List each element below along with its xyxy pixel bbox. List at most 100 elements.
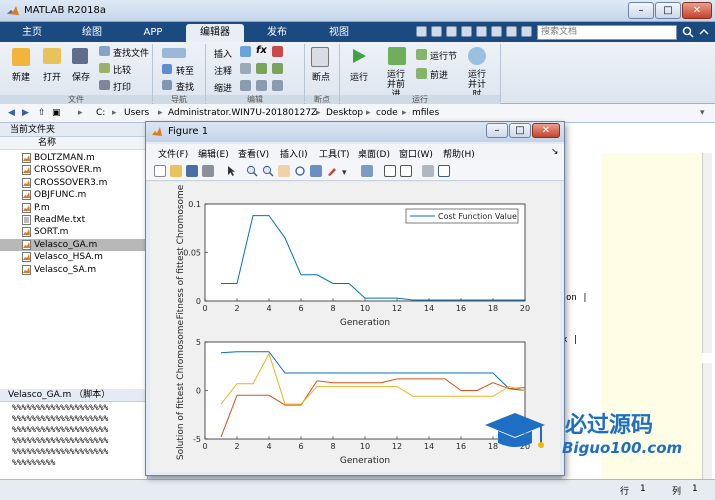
goto-button[interactable]: 转至 [176, 64, 194, 77]
menu-file[interactable]: 文件(F) [158, 147, 188, 160]
back-forward-icon[interactable] [162, 48, 186, 58]
wrap-comments-icon[interactable] [256, 63, 267, 74]
compare-button[interactable]: 比较 [113, 63, 131, 76]
file-list-item[interactable]: P.m [0, 202, 148, 214]
file-list-item[interactable]: Velasco_GA.m [0, 238, 148, 251]
insert-section-icon[interactable] [240, 46, 251, 57]
tab-apps[interactable]: APP [124, 24, 182, 42]
tab-publish[interactable]: 发布 [248, 24, 306, 42]
file-list-item[interactable]: OBJFUNC.m [0, 189, 148, 201]
maximize-button[interactable]: □ [655, 2, 681, 19]
file-list-item[interactable]: ReadMe.txt [0, 214, 148, 226]
fitness-axes[interactable]: 0 2 4 6 8 10 12 14 16 18 2000.050.1 Generation Fit… [176, 184, 530, 328]
menu-window[interactable]: 窗口(W) [399, 147, 433, 160]
show-plot-tools-icon[interactable] [438, 165, 450, 177]
quick-paste-icon[interactable] [461, 26, 472, 37]
find-files-button[interactable]: 查找文件 [113, 46, 149, 59]
tab-editor[interactable]: 编辑器 [186, 24, 244, 42]
run-and-time-icon[interactable] [468, 47, 486, 65]
increase-indent-icon[interactable] [256, 80, 267, 91]
file-list-item[interactable]: Velasco_SA.m [0, 264, 148, 276]
insert-function-icon[interactable] [272, 46, 283, 57]
figure-minimize-button[interactable]: – [486, 123, 508, 138]
breakpoints-button[interactable]: 断点 [312, 70, 330, 83]
insert-legend-icon[interactable] [400, 165, 412, 177]
run-advance-icon[interactable] [388, 47, 406, 65]
smart-indent-icon[interactable] [240, 80, 251, 91]
fx-icon[interactable]: fx [256, 45, 267, 56]
file-list-item[interactable]: CROSSOVER3.m [0, 177, 148, 189]
menu-view[interactable]: 查看(V) [238, 147, 269, 160]
hide-plot-tools-icon[interactable] [422, 165, 434, 177]
legend[interactable]: Cost Function Value [405, 208, 519, 224]
back-arrow-icon[interactable]: ◀ [8, 108, 15, 118]
figure-title-bar[interactable]: Figure 1 – □ ✕ [146, 122, 564, 142]
data-cursor-icon[interactable] [310, 165, 322, 177]
search-icon[interactable] [682, 26, 694, 38]
pointer-icon[interactable] [226, 165, 238, 177]
switch-windows-icon[interactable] [506, 26, 517, 37]
breakpoints-icon[interactable] [311, 47, 329, 67]
help-icon[interactable] [521, 26, 532, 37]
quick-cut-icon[interactable] [431, 26, 442, 37]
tab-plots[interactable]: 绘图 [62, 24, 122, 42]
solution-axes[interactable]: 0 2 4 6 8 10 12 14 16 18 20-505 Generation Solutio… [176, 319, 530, 466]
tab-home[interactable]: 主页 [4, 24, 60, 42]
open-folder-icon[interactable] [43, 48, 61, 64]
new-figure-icon[interactable] [154, 165, 166, 177]
file-list-item[interactable]: CROSSOVER.m [0, 164, 148, 176]
brush-dropdown-icon[interactable]: ▾ [342, 168, 350, 178]
breadcrumb-mfiles[interactable]: mfiles [412, 108, 439, 118]
quick-copy-icon[interactable] [446, 26, 457, 37]
menu-tools[interactable]: 工具(T) [319, 147, 350, 160]
new-icon[interactable] [12, 48, 30, 66]
dock-arrow-icon[interactable]: ↘ [551, 147, 559, 157]
print-figure-icon[interactable] [202, 165, 214, 177]
address-dropdown-icon[interactable]: ▾ [700, 108, 705, 118]
save-figure-icon[interactable] [186, 165, 198, 177]
new-button[interactable]: 新建 [12, 70, 30, 83]
comment-button[interactable]: 注释 [214, 64, 232, 77]
uncomment-icon[interactable] [272, 63, 283, 74]
up-folder-icon[interactable]: ⇧ [38, 108, 46, 118]
comment-icon[interactable] [240, 63, 251, 74]
insert-colorbar-icon[interactable] [384, 165, 396, 177]
menu-edit[interactable]: 编辑(E) [198, 147, 229, 160]
zoom-in-icon[interactable] [246, 165, 258, 177]
breadcrumb-administrator[interactable]: Administrator.WIN7U-20180127Z [168, 108, 317, 118]
forward-arrow-icon[interactable]: ▶ [22, 108, 29, 118]
decrease-indent-icon[interactable] [272, 80, 283, 91]
link-plot-icon[interactable] [361, 165, 373, 177]
breadcrumb-code[interactable]: code [376, 108, 398, 118]
breadcrumb-drive[interactable]: C: [96, 108, 105, 118]
pan-icon[interactable] [278, 165, 290, 177]
save-button[interactable]: 保存 [72, 70, 90, 83]
name-column-header[interactable]: 名称 [0, 137, 148, 150]
editor-scrollbar[interactable] [702, 153, 712, 353]
file-list-item[interactable]: BOLTZMAN.m [0, 152, 148, 164]
close-button[interactable]: ✕ [682, 2, 712, 19]
breadcrumb-desktop[interactable]: Desktop [326, 108, 363, 118]
open-file-icon[interactable] [170, 165, 182, 177]
menu-desktop[interactable]: 桌面(D) [358, 147, 390, 160]
find-button[interactable]: 查找 [176, 80, 194, 93]
run-section-button[interactable]: 运行节 [430, 49, 457, 62]
redo-icon[interactable] [491, 26, 502, 37]
save-icon[interactable] [72, 48, 88, 64]
print-button[interactable]: 打印 [113, 80, 131, 93]
minimize-button[interactable]: – [628, 2, 654, 19]
file-list-item[interactable]: Velasco_HSA.m [0, 251, 148, 263]
advance-button[interactable]: 前进 [430, 68, 448, 81]
undo-icon[interactable] [476, 26, 487, 37]
figure-close-button[interactable]: ✕ [532, 123, 560, 138]
quick-save-icon[interactable] [416, 26, 427, 37]
indent-button[interactable]: 缩进 [214, 81, 232, 94]
collapse-ribbon-icon[interactable] [698, 26, 710, 38]
file-list-item[interactable]: SORT.m [0, 226, 148, 238]
menu-help[interactable]: 帮助(H) [443, 147, 475, 160]
open-button[interactable]: 打开 [43, 70, 61, 83]
run-button[interactable]: 运行 [350, 70, 368, 83]
rotate-3d-icon[interactable] [294, 165, 306, 177]
breadcrumb-users[interactable]: Users [124, 108, 149, 118]
brush-icon[interactable] [326, 165, 338, 177]
